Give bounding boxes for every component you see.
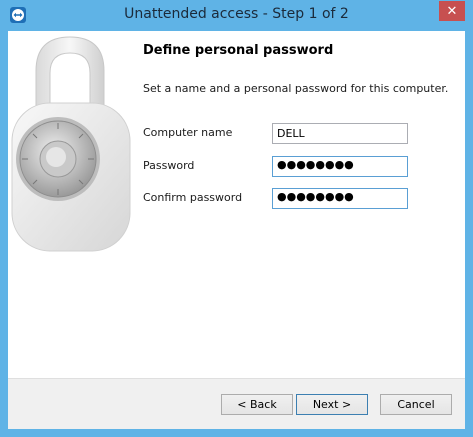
close-icon: ✕ (446, 3, 458, 19)
password-field[interactable]: ●●●●●●●● (272, 156, 408, 177)
dialog-content: Define personal password Set a name and … (8, 31, 465, 429)
next-button[interactable]: Next > (296, 394, 368, 415)
password-label: Password (143, 159, 195, 172)
page-heading: Define personal password (143, 43, 334, 58)
page-description: Set a name and a personal password for t… (143, 82, 449, 95)
combination-padlock-icon (8, 31, 133, 261)
title-bar[interactable]: Unattended access - Step 1 of 2 ✕ (0, 0, 473, 31)
dialog-window: Unattended access - Step 1 of 2 ✕ Define… (0, 0, 473, 437)
window-title: Unattended access - Step 1 of 2 (124, 6, 349, 22)
confirm-password-label: Confirm password (143, 191, 243, 204)
confirm-password-field[interactable]: ●●●●●●●● (272, 188, 408, 209)
cancel-button[interactable]: Cancel (380, 394, 452, 415)
close-button[interactable]: ✕ (439, 1, 465, 21)
computer-name-label: Computer name (143, 126, 233, 139)
computer-name-field[interactable]: DELL (272, 123, 408, 144)
button-bar: < Back Next > Cancel (8, 378, 465, 429)
back-button[interactable]: < Back (221, 394, 293, 415)
